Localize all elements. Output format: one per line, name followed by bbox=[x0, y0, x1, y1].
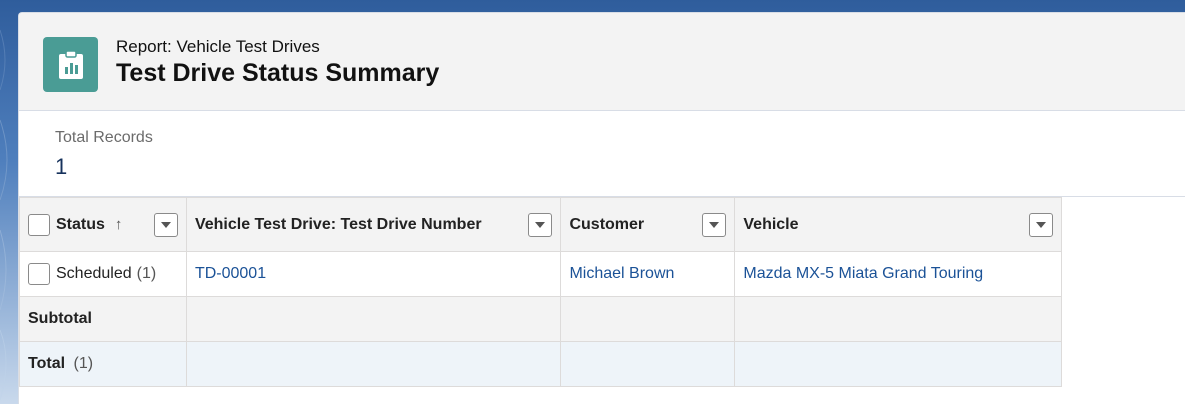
column-menu-button[interactable] bbox=[1029, 212, 1053, 237]
status-value: Scheduled bbox=[56, 265, 132, 282]
test-drive-number-link[interactable]: TD-00001 bbox=[185, 251, 562, 297]
column-label: Vehicle Test Drive: Test Drive Number bbox=[194, 215, 482, 233]
row-checkbox[interactable] bbox=[28, 263, 50, 285]
chevron-down-icon bbox=[160, 221, 171, 228]
total-label-cell: Total (1) bbox=[19, 341, 187, 387]
report-table: Status ↑ Vehicle Test Drive: Test Drive … bbox=[19, 197, 1062, 387]
column-header-test-drive-number[interactable]: Vehicle Test Drive: Test Drive Number bbox=[185, 197, 562, 252]
total-row: Total (1) bbox=[19, 341, 1062, 387]
subtotal-label: Subtotal bbox=[19, 296, 187, 342]
column-header-vehicle[interactable]: Vehicle bbox=[734, 197, 1062, 252]
vehicle-link[interactable]: Mazda MX-5 Miata Grand Touring bbox=[734, 251, 1062, 297]
page-header: Report: Vehicle Test Drives Test Drive S… bbox=[19, 13, 1185, 111]
column-header-status[interactable]: Status ↑ bbox=[19, 197, 187, 252]
total-cell bbox=[185, 341, 562, 387]
total-label: Total bbox=[28, 355, 66, 372]
page-title: Test Drive Status Summary bbox=[116, 59, 440, 87]
subtotal-cell bbox=[734, 296, 1062, 342]
chevron-down-icon bbox=[535, 221, 546, 228]
total-records-label: Total Records bbox=[55, 129, 153, 146]
column-menu-button[interactable] bbox=[528, 212, 553, 237]
select-all-checkbox[interactable] bbox=[28, 213, 50, 236]
subtotal-row: Subtotal bbox=[19, 296, 1062, 342]
customer-link[interactable]: Michael Brown bbox=[560, 251, 736, 297]
chevron-down-icon bbox=[709, 221, 720, 228]
report-card: Report: Vehicle Test Drives Test Drive S… bbox=[18, 12, 1185, 404]
report-icon bbox=[43, 37, 98, 92]
column-menu-button[interactable] bbox=[702, 212, 727, 237]
clipboard-chart-icon bbox=[58, 49, 83, 79]
table-row: Scheduled (1) TD-00001 Michael Brown Maz… bbox=[19, 251, 1062, 297]
column-label: Status bbox=[56, 215, 105, 233]
total-count: (1) bbox=[73, 355, 94, 372]
status-count: (1) bbox=[136, 265, 157, 282]
table-header-row: Status ↑ Vehicle Test Drive: Test Drive … bbox=[19, 197, 1062, 252]
column-header-customer[interactable]: Customer bbox=[560, 197, 736, 252]
column-label: Customer bbox=[569, 215, 645, 233]
subtotal-cell bbox=[185, 296, 562, 342]
column-label: Vehicle bbox=[743, 215, 799, 233]
column-menu-button[interactable] bbox=[153, 212, 178, 237]
status-cell: Scheduled (1) bbox=[19, 251, 187, 297]
total-cell bbox=[734, 341, 1062, 387]
total-records-value: 1 bbox=[55, 154, 68, 179]
chevron-down-icon bbox=[1036, 221, 1046, 228]
sort-ascending-icon[interactable]: ↑ bbox=[115, 216, 123, 233]
total-cell bbox=[560, 341, 736, 387]
report-type-label: Report: Vehicle Test Drives bbox=[116, 37, 320, 56]
subtotal-cell bbox=[560, 296, 736, 342]
